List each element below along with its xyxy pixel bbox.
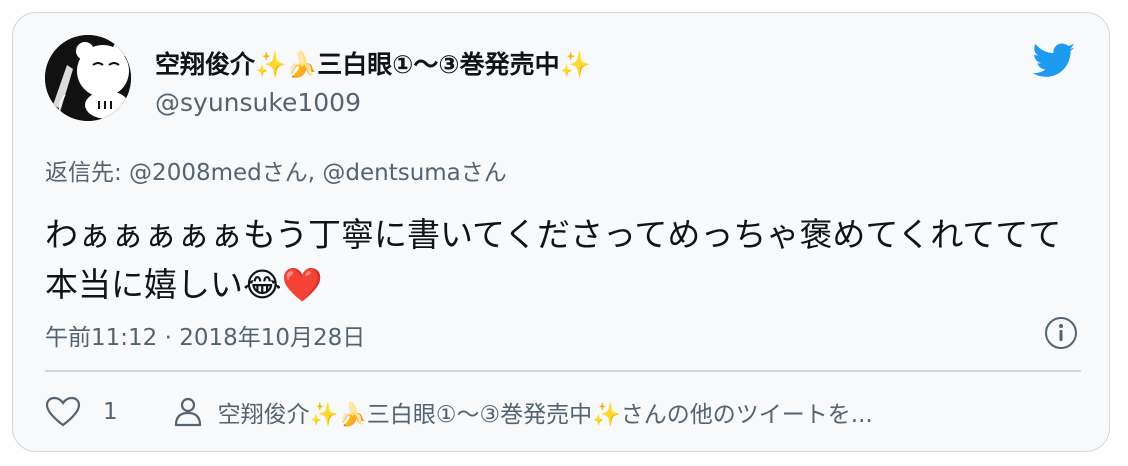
timestamp[interactable]: 午前11:12 · 2018年10月28日	[45, 323, 365, 353]
action-bar: 1 空翔俊介✨🍌三白眼①〜③巻発売中✨さんの他のツイートを...	[45, 395, 873, 429]
heart-icon[interactable]	[45, 396, 81, 428]
tweet-card[interactable]: 空翔俊介✨🍌三白眼①〜③巻発売中✨ @syunsuke1009 返信先: @20…	[12, 12, 1110, 452]
divider	[45, 370, 1081, 372]
more-tweets-link[interactable]: 空翔俊介✨🍌三白眼①〜③巻発売中✨さんの他のツイートを...	[218, 395, 873, 429]
twitter-bird-icon[interactable]	[1032, 43, 1076, 79]
display-name[interactable]: 空翔俊介✨🍌三白眼①〜③巻発売中✨	[155, 49, 591, 81]
tweet-text: わぁぁぁぁぁもう丁寧に書いてくださってめっちゃ褒めてくれててて本当に嬉しい😂❤️	[45, 215, 1062, 304]
reply-to-line[interactable]: 返信先: @2008medさん, @dentsumaさん	[45, 158, 507, 188]
user-handle[interactable]: @syunsuke1009	[155, 87, 361, 119]
avatar[interactable]	[45, 35, 131, 121]
info-icon[interactable]	[1043, 315, 1079, 351]
person-icon[interactable]	[174, 397, 202, 427]
like-count[interactable]: 1	[103, 399, 118, 425]
